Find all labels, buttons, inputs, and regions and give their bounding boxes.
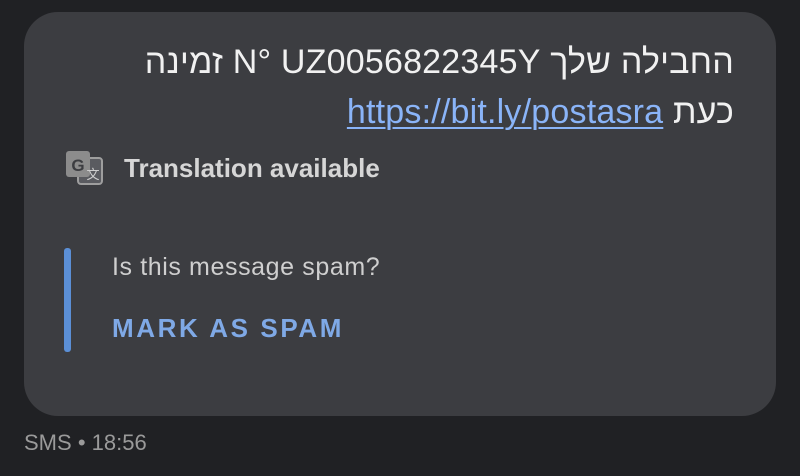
svg-text:文: 文 bbox=[86, 168, 99, 183]
message-text-line-2: כעת https://bit.ly/postasra bbox=[347, 92, 734, 132]
message-text-word: כעת bbox=[672, 93, 734, 131]
spam-accent-bar bbox=[64, 248, 71, 352]
message-time: 18:56 bbox=[91, 430, 147, 455]
mark-as-spam-button[interactable]: MARK AS SPAM bbox=[112, 310, 344, 346]
message-bubble[interactable]: החבילה שלך N° UZ0056822345Y זמינה כעת ht… bbox=[24, 12, 776, 416]
translation-row[interactable]: G 文 Translation available bbox=[64, 148, 380, 188]
message-link[interactable]: https://bit.ly/postasra bbox=[347, 93, 663, 131]
translation-label: Translation available bbox=[124, 153, 380, 183]
meta-separator: • bbox=[77, 430, 86, 455]
translate-icon: G 文 bbox=[64, 148, 104, 188]
spam-question: Is this message spam? bbox=[112, 253, 381, 281]
conversation-view: החבילה שלך N° UZ0056822345Y זמינה כעת ht… bbox=[0, 0, 800, 476]
message-channel: SMS bbox=[24, 430, 72, 455]
svg-text:G: G bbox=[71, 156, 84, 175]
message-meta: SMS • 18:56 bbox=[24, 428, 147, 458]
message-text-line-1: החבילה שלך N° UZ0056822345Y זמינה bbox=[144, 43, 734, 81]
